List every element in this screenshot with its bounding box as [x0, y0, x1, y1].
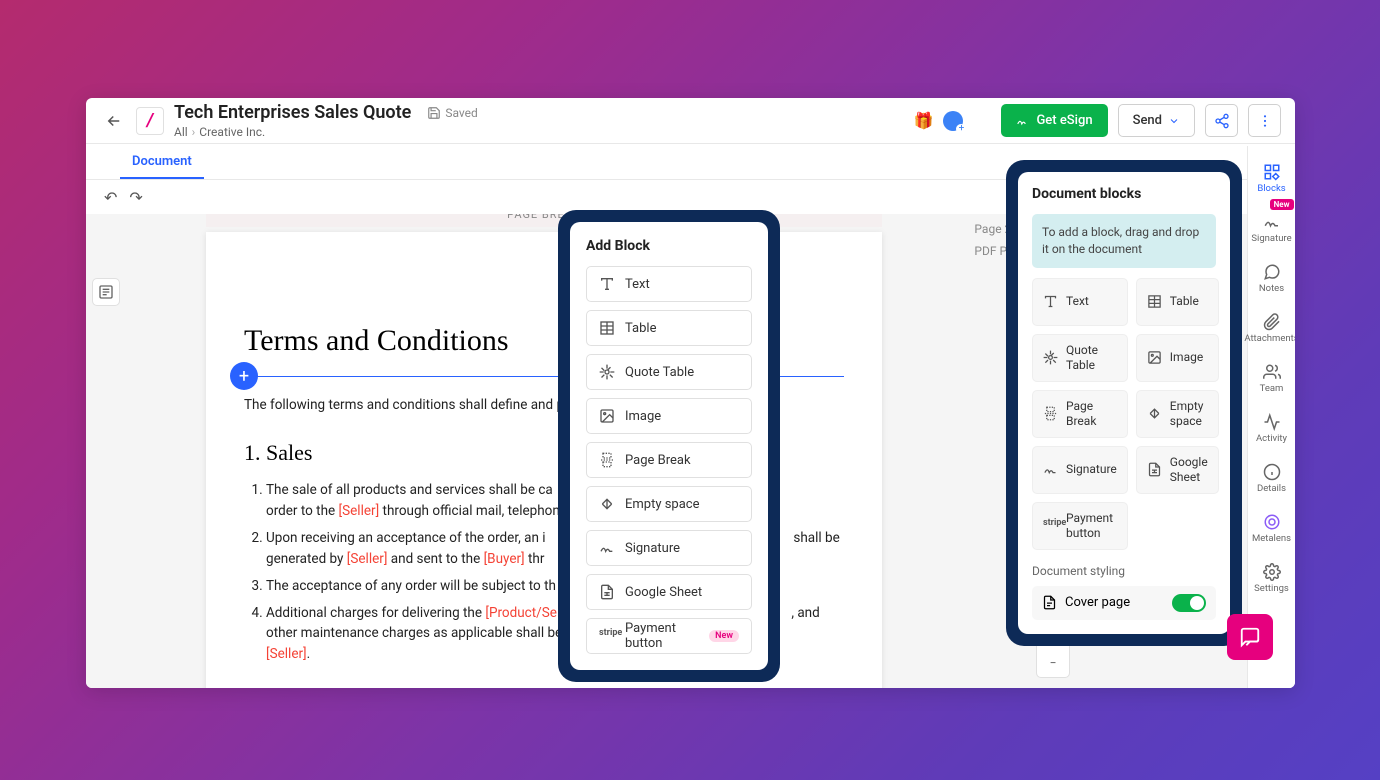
get-esign-button[interactable]: Get eSign	[1001, 104, 1107, 137]
more-button[interactable]	[1248, 104, 1281, 137]
add-user-icon[interactable]	[943, 111, 963, 131]
tab-document[interactable]: Document	[120, 146, 204, 179]
block-tile-quote-table[interactable]: Quote Table	[1032, 334, 1128, 382]
block-tile-page-break[interactable]: Page Break	[1032, 390, 1128, 438]
rail-settings[interactable]: Settings	[1250, 554, 1294, 602]
rail-blocks[interactable]: Blocks	[1250, 154, 1294, 202]
block-tile-image[interactable]: Image	[1136, 334, 1219, 382]
cover-page-row: Cover page	[1032, 586, 1216, 620]
doc-type-icon: /	[136, 107, 164, 135]
rail-notes[interactable]: Notes	[1250, 254, 1294, 302]
chat-fab[interactable]	[1227, 614, 1273, 660]
back-button[interactable]	[100, 107, 128, 135]
block-option-text[interactable]: Text	[586, 266, 752, 302]
share-button[interactable]	[1205, 104, 1238, 137]
block-option-image[interactable]: Image	[586, 398, 752, 434]
block-option-google-sheet[interactable]: Google Sheet	[586, 574, 752, 610]
rail-team[interactable]: Team	[1250, 354, 1294, 402]
block-option-signature[interactable]: Signature	[586, 530, 752, 566]
title-area: Tech Enterprises Sales Quote Saved All›C…	[174, 102, 914, 139]
cover-page-toggle[interactable]	[1172, 594, 1206, 612]
undo-button[interactable]: ↶	[104, 188, 117, 207]
gift-icon[interactable]: 🎁	[914, 111, 934, 130]
blocks-hint: To add a block, drag and drop it on the …	[1032, 214, 1216, 268]
outline-button[interactable]	[92, 278, 120, 306]
block-option-quote-table[interactable]: Quote Table	[586, 354, 752, 390]
block-tile-empty-space[interactable]: Empty space	[1136, 390, 1219, 438]
blocks-panel-title: Document blocks	[1032, 186, 1216, 202]
block-tile-google-sheet[interactable]: Google Sheet	[1136, 446, 1219, 494]
topbar: / Tech Enterprises Sales Quote Saved All…	[86, 98, 1295, 144]
rail-details[interactable]: Details	[1250, 454, 1294, 502]
add-block-inline-button[interactable]: +	[230, 362, 258, 390]
block-tile-signature[interactable]: Signature	[1032, 446, 1128, 494]
doc-title: Tech Enterprises Sales Quote	[174, 102, 411, 123]
blocks-panel: Document blocks To add a block, drag and…	[1006, 160, 1242, 646]
styling-label: Document styling	[1032, 564, 1216, 578]
block-tile-payment-button[interactable]: stripePayment button	[1032, 502, 1128, 550]
block-tile-text[interactable]: Text	[1032, 278, 1128, 326]
app-window: / Tech Enterprises Sales Quote Saved All…	[86, 98, 1295, 688]
send-button[interactable]: Send	[1118, 104, 1195, 137]
block-tile-table[interactable]: Table	[1136, 278, 1219, 326]
block-option-payment-button[interactable]: stripePayment buttonNew	[586, 618, 752, 654]
block-option-page-break[interactable]: Page Break	[586, 442, 752, 478]
add-block-popup: Add Block Text Table Quote Table Image Page …	[558, 210, 780, 682]
rail-activity[interactable]: Activity	[1250, 404, 1294, 452]
zoom-out-button[interactable]: −	[1037, 649, 1069, 677]
block-option-empty-space[interactable]: Empty space	[586, 486, 752, 522]
block-option-table[interactable]: Table	[586, 310, 752, 346]
page-break-label: PAGE BREAK	[206, 214, 882, 227]
breadcrumb[interactable]: All›Creative Inc.	[174, 125, 914, 139]
document-page[interactable]: Terms and Conditions + The following ter…	[206, 232, 882, 688]
rail-signature[interactable]: New Signature	[1250, 204, 1294, 252]
add-block-title: Add Block	[586, 238, 752, 254]
redo-button[interactable]: ↷	[129, 188, 142, 207]
right-rail: Blocks New Signature Notes Attachments T…	[1247, 146, 1295, 688]
rail-metalens[interactable]: Metalens	[1250, 504, 1294, 552]
rail-attachments[interactable]: Attachments	[1250, 304, 1294, 352]
saved-indicator: Saved	[427, 106, 477, 120]
